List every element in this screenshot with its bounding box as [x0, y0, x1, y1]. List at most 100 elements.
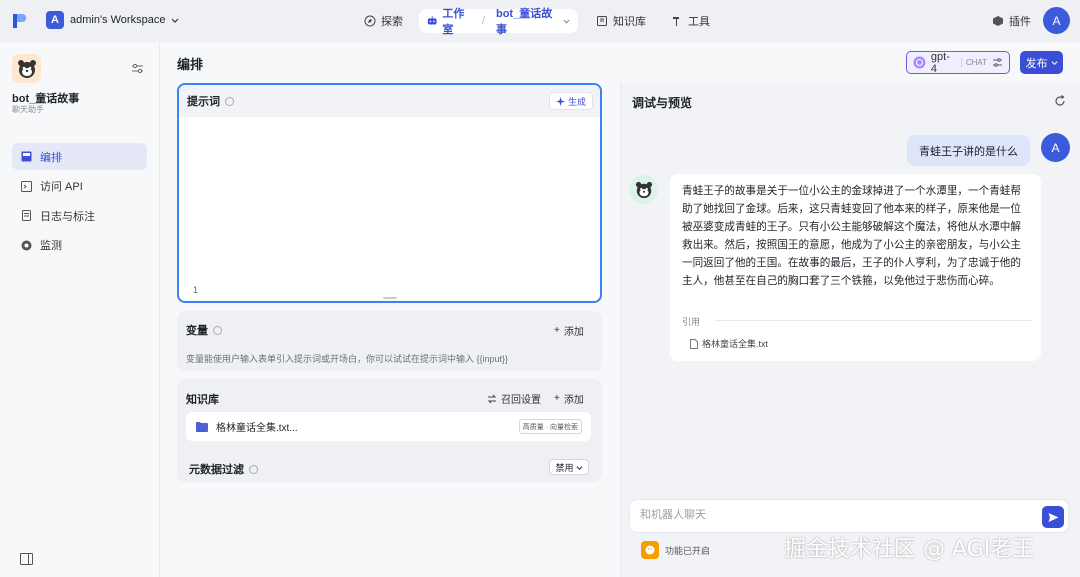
bear-icon	[17, 59, 36, 78]
sidebar-item-label: 监测	[40, 240, 62, 252]
add-knowledge-button[interactable]: + 添加	[554, 391, 584, 406]
add-variable-label: 添加	[563, 327, 584, 338]
model-mode-tag: CHAT	[960, 58, 987, 67]
nav-tools[interactable]: 工具	[671, 10, 710, 32]
sparkle-icon	[555, 96, 565, 106]
nav-plugins[interactable]: 插件	[992, 10, 1031, 32]
workspace-switcher[interactable]: A admin's Workspace	[46, 11, 179, 29]
sidebar-item-monitor[interactable]: 监测	[12, 232, 147, 259]
generate-label: 生成	[567, 96, 586, 107]
variables-card: 变量 + 添加 变量能使用户输入表单引入提示词或开场白，你可以试试在提示词中输入…	[177, 311, 602, 371]
nav-bot-label: bot_童话故事	[495, 8, 553, 36]
workspace-avatar: A	[46, 11, 64, 29]
citation-file[interactable]: 格林童话全集.txt	[690, 337, 768, 350]
terminal-icon	[21, 180, 32, 192]
sidebar: bot_童话故事 聊天助手 编排 访问 API 日志与标注 监测	[0, 42, 160, 577]
chevron-down-icon	[172, 18, 179, 23]
model-selector[interactable]: gpt-4 CHAT	[906, 50, 1010, 75]
info-icon[interactable]	[225, 96, 234, 106]
feature-status-label: 功能已开启	[665, 545, 711, 556]
add-knowledge-label: 添加	[563, 395, 584, 406]
publish-button[interactable]: 发布	[1020, 51, 1063, 74]
layout-icon	[21, 151, 32, 162]
chevron-down-icon	[576, 465, 582, 470]
bot-message-text: 青蛙王子的故事是关于一位小公主的金球掉进了一个水潭里，一个青蛙帮助了她找回了金球…	[682, 185, 1021, 287]
sidebar-item-logs[interactable]: 日志与标注	[12, 202, 147, 229]
citation-file-name: 格林童话全集.txt	[702, 339, 769, 349]
knowledge-item[interactable]: 格林童话全集.txt... 高质量 · 向量检索	[186, 412, 591, 441]
sidebar-item-label: 编排	[40, 151, 62, 164]
nav-plugins-label: 插件	[1009, 16, 1031, 28]
pill-separator: /	[481, 15, 485, 27]
user-message: 青蛙王子讲的是什么	[907, 135, 1030, 166]
sidebar-collapse-icon[interactable]	[20, 553, 33, 565]
hammer-icon	[673, 17, 679, 26]
recall-settings-label: 召回设置	[501, 395, 541, 406]
publish-label: 发布	[1025, 57, 1048, 70]
book-icon	[597, 16, 607, 26]
generate-button[interactable]: 生成	[548, 92, 593, 110]
studio-pill[interactable]: 工作室 / bot_童话故事	[419, 8, 578, 36]
sidebar-item-label: 访问 API	[40, 181, 83, 193]
plus-icon: +	[554, 325, 560, 336]
citation-label: 引用	[682, 317, 701, 327]
citation-divider	[715, 320, 1033, 321]
debug-title: 调试与预览	[632, 96, 693, 110]
swap-icon	[487, 394, 497, 403]
metadata-filter-title: 元数据过滤	[189, 464, 244, 476]
sidebar-menu: 编排 访问 API 日志与标注 监测	[12, 143, 147, 261]
plus-icon: +	[554, 393, 560, 404]
resize-handle[interactable]	[383, 297, 397, 299]
chat-input[interactable]	[640, 509, 1020, 521]
variables-header: 变量	[186, 322, 222, 338]
knowledge-title: 知识库	[186, 394, 219, 406]
bot-message: 青蛙王子的故事是关于一位小公主的金球掉进了一个水潭里，一个青蛙帮助了她找回了金球…	[670, 174, 1041, 361]
settings-sliders-icon	[993, 58, 1002, 67]
sidebar-item-label: 日志与标注	[40, 210, 95, 223]
robot-icon	[427, 16, 437, 25]
bot-message-avatar	[629, 175, 658, 204]
sidebar-item-orchestrate[interactable]: 编排	[12, 143, 147, 170]
settings-sliders-icon[interactable]	[131, 62, 144, 75]
openai-icon	[913, 56, 926, 69]
info-icon[interactable]	[213, 325, 222, 335]
feature-status[interactable]: 功能已开启	[641, 541, 710, 559]
info-icon[interactable]	[249, 464, 258, 474]
line-number: 1	[193, 285, 199, 295]
send-button[interactable]	[1042, 506, 1064, 528]
chevron-down-icon	[563, 19, 570, 24]
prompt-header: 提示词	[179, 85, 600, 117]
nav-studio-label: 工作室	[442, 8, 465, 36]
add-variable-button[interactable]: + 添加	[554, 323, 584, 338]
recall-settings-button[interactable]: 召回设置	[487, 391, 541, 406]
prompt-editor[interactable]: 提示词 生成 1	[177, 83, 602, 303]
feature-icon	[641, 541, 659, 559]
refresh-icon[interactable]	[1054, 95, 1066, 107]
user-message-avatar: A	[1041, 133, 1070, 162]
workspace-name: admin's Workspace	[70, 14, 166, 26]
doc-icon	[22, 210, 31, 221]
metadata-filter-value: 禁用	[555, 462, 574, 473]
metadata-filter-header: 元数据过滤	[189, 461, 258, 477]
variables-title: 变量	[186, 325, 208, 337]
watermark: 掘金技术社区 @ AGI老王	[784, 537, 1035, 562]
metadata-filter-select[interactable]: 禁用	[549, 459, 589, 475]
prompt-title: 提示词	[187, 96, 220, 108]
nav-explore[interactable]: 探索	[364, 10, 403, 32]
user-avatar[interactable]: A	[1043, 7, 1070, 34]
nav-knowledge-label: 知识库	[613, 16, 646, 28]
bot-avatar	[12, 54, 41, 83]
folder-icon	[196, 422, 208, 432]
chat-input-box[interactable]	[629, 499, 1069, 533]
knowledge-item-tag: 高质量 · 向量检索	[518, 419, 582, 434]
send-icon	[1048, 512, 1058, 522]
page-title: 编排	[177, 57, 204, 72]
nav-knowledge[interactable]: 知识库	[596, 10, 646, 32]
app-logo[interactable]	[12, 12, 28, 30]
sidebar-item-api[interactable]: 访问 API	[12, 173, 147, 200]
file-icon	[690, 338, 698, 349]
nav-explore-label: 探索	[381, 16, 403, 28]
chevron-down-icon	[1051, 61, 1057, 65]
model-name: gpt-4	[930, 50, 950, 75]
bot-description: 聊天助手	[12, 105, 44, 114]
